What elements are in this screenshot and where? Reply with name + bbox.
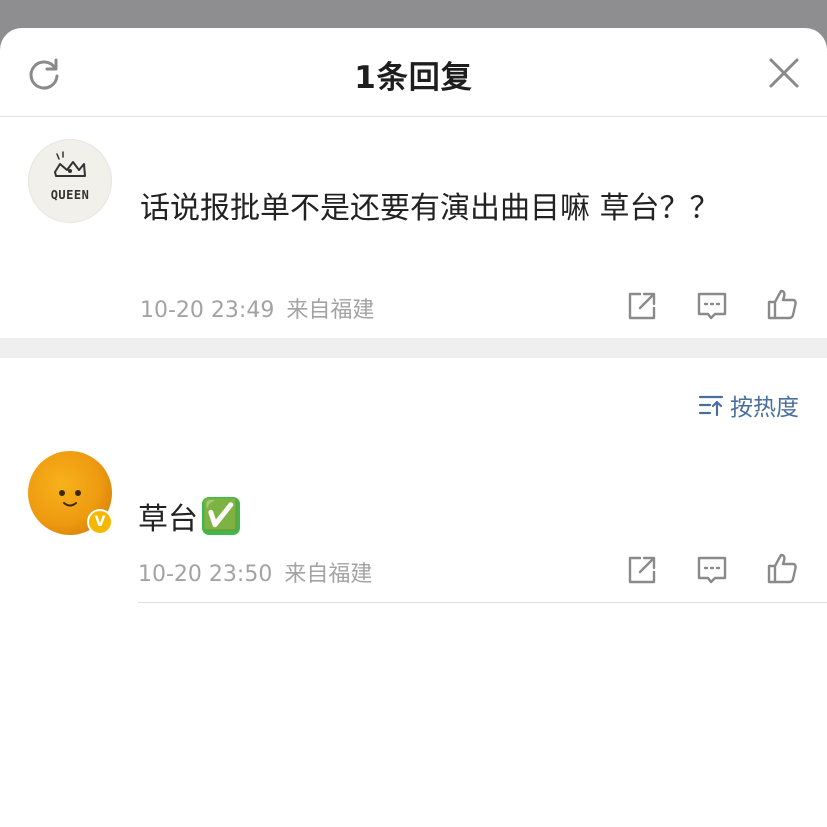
avatar-queen-label: QUEEN bbox=[50, 188, 90, 202]
root-comment-meta: 10-20 23:49 来自福建 bbox=[140, 292, 374, 324]
section-divider bbox=[0, 338, 827, 358]
comment-icon[interactable] bbox=[696, 290, 728, 322]
avatar-root[interactable]: QUEEN bbox=[28, 139, 112, 223]
reply-text: 草台 ✅ bbox=[138, 494, 240, 538]
root-comment-time: 10-20 23:49 bbox=[140, 298, 275, 323]
reply-location: 来自福建 bbox=[284, 562, 373, 587]
crown-icon bbox=[54, 151, 86, 177]
comment-icon[interactable] bbox=[696, 554, 728, 586]
check-mark-icon: ✅ bbox=[202, 497, 240, 535]
share-icon[interactable] bbox=[626, 290, 658, 322]
root-comment-location: 来自福建 bbox=[286, 298, 375, 323]
page-title: 1条回复 bbox=[354, 60, 473, 96]
sort-label: 按热度 bbox=[730, 395, 799, 421]
like-icon[interactable] bbox=[766, 288, 798, 320]
sort-icon bbox=[698, 395, 724, 417]
share-icon[interactable] bbox=[626, 554, 658, 586]
reply-meta: 10-20 23:50 来自福建 bbox=[138, 556, 372, 588]
verified-badge: V bbox=[87, 509, 113, 535]
sheet-header: 1条回复 bbox=[0, 28, 827, 117]
reply-sheet: 1条回复 QUEEN 话说报批单不是还要有演出曲目嘛 草台？？ 10-20 23… bbox=[0, 28, 827, 827]
reply-time: 10-20 23:50 bbox=[138, 562, 273, 587]
like-icon[interactable] bbox=[766, 552, 798, 584]
reply-text-content: 草台 bbox=[138, 502, 198, 537]
close-icon[interactable] bbox=[767, 56, 801, 90]
sort-by-hot-button[interactable]: 按热度 bbox=[698, 388, 799, 422]
reply-divider bbox=[138, 602, 827, 603]
root-comment-text: 话说报批单不是还要有演出曲目嘛 草台？？ bbox=[140, 191, 720, 226]
